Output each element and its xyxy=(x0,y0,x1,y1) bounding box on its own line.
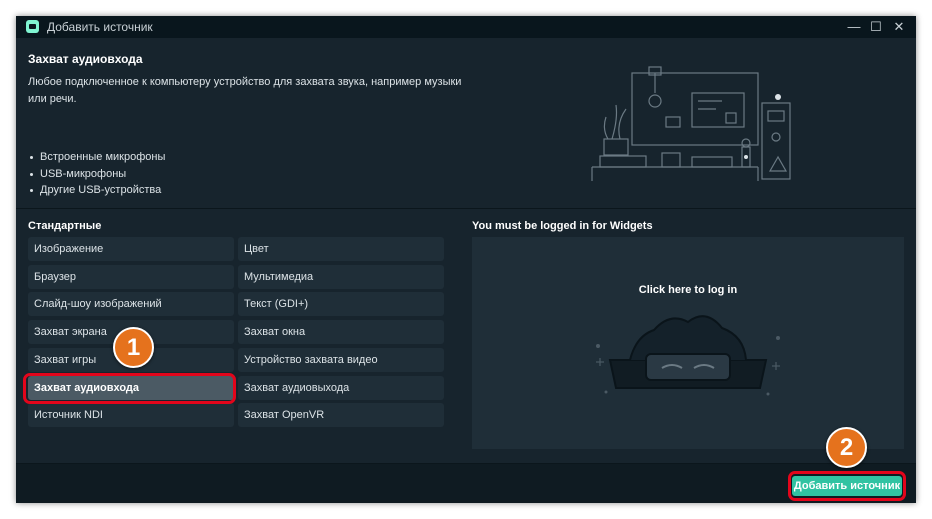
add-source-dialog: Добавить источник — ☐ ✕ Захват аудиовход… xyxy=(16,16,916,503)
source-title: Захват аудиовхода xyxy=(28,52,143,66)
source-item-browser[interactable]: Браузер xyxy=(28,265,234,289)
source-item-color[interactable]: Цвет xyxy=(238,237,444,261)
section-divider xyxy=(16,208,916,209)
source-item-openvr[interactable]: Захват OpenVR xyxy=(238,403,444,427)
minimize-button[interactable]: — xyxy=(843,16,865,38)
dialog-footer: Добавить источник xyxy=(16,463,916,503)
vr-headset-icon xyxy=(596,315,780,396)
close-button[interactable]: ✕ xyxy=(888,16,910,38)
login-link[interactable]: Click here to log in xyxy=(472,284,904,296)
title-bar: Добавить источник — ☐ ✕ xyxy=(16,16,916,38)
window-title: Добавить источник xyxy=(47,20,153,34)
source-item-ndi[interactable]: Источник NDI xyxy=(28,403,234,427)
feature-item: Встроенные микрофоны xyxy=(28,149,165,166)
desk-illustration-icon xyxy=(591,66,791,181)
step-marker-1: 1 xyxy=(113,327,154,368)
highlight-frame-add-button xyxy=(788,471,906,501)
step-marker-2: 2 xyxy=(826,427,867,468)
source-item-media[interactable]: Мультимедиа xyxy=(238,265,444,289)
standard-sources-title: Стандартные xyxy=(28,220,102,232)
source-item-text-gdi[interactable]: Текст (GDI+) xyxy=(238,292,444,316)
source-description-text: Любое подключенное к компьютеру устройст… xyxy=(28,76,462,105)
feature-item: Другие USB-устройства xyxy=(28,182,165,199)
source-item-video-capture-device[interactable]: Устройство захвата видео xyxy=(238,348,444,372)
widgets-title: You must be logged in for Widgets xyxy=(472,220,653,232)
source-item-window-capture[interactable]: Захват окна xyxy=(238,320,444,344)
feature-item: USB-микрофоны xyxy=(28,166,165,183)
maximize-button[interactable]: ☐ xyxy=(865,16,887,38)
widgets-panel[interactable]: Click here to log in xyxy=(472,237,904,449)
feature-list: Встроенные микрофоны USB-микрофоны Други… xyxy=(28,149,165,199)
source-item-audio-output-capture[interactable]: Захват аудиовыхода xyxy=(238,376,444,400)
source-item-slideshow[interactable]: Слайд-шоу изображений xyxy=(28,292,234,316)
app-logo-icon xyxy=(26,20,39,33)
highlight-frame-source-item xyxy=(23,373,236,404)
source-item-image[interactable]: Изображение xyxy=(28,237,234,261)
source-description: Захват аудиовхода Любое подключенное к к… xyxy=(16,38,916,209)
